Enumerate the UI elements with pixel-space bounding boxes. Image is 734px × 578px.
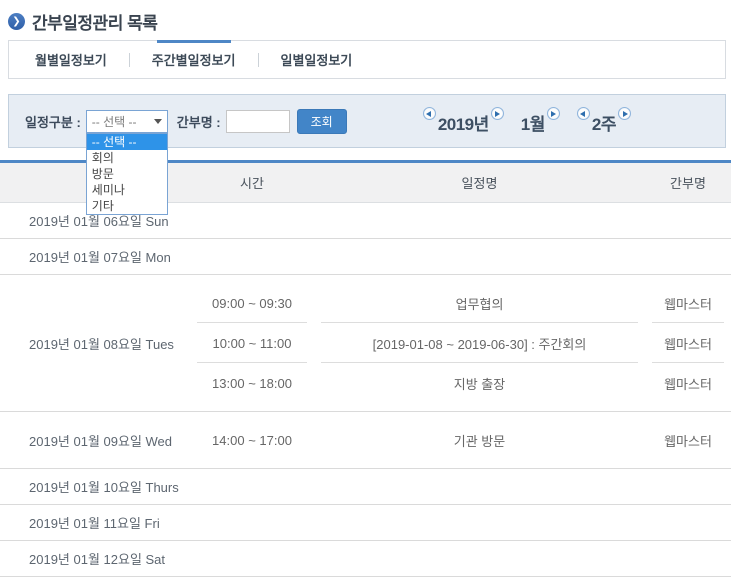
dropdown-option[interactable]: 방문 bbox=[87, 166, 167, 182]
empty-schedule-cell bbox=[314, 469, 645, 504]
next-year-icon[interactable] bbox=[491, 107, 504, 120]
entry-schedule: 기관 방문 bbox=[314, 420, 645, 460]
entry-time: 13:00 ~ 18:00 bbox=[190, 363, 314, 403]
col-header-time: 시간 bbox=[190, 163, 314, 202]
week-label: 2주 bbox=[592, 110, 616, 135]
empty-schedule-cell bbox=[314, 239, 645, 274]
day-date: 2019년 01월 10요일 Thurs bbox=[0, 469, 190, 504]
schedule-type-value: -- 선택 -- bbox=[92, 113, 137, 130]
empty-officer-cell bbox=[645, 541, 731, 576]
dropdown-option[interactable]: 기타 bbox=[87, 198, 167, 214]
officer-name-input[interactable] bbox=[226, 110, 290, 133]
empty-officer-cell bbox=[645, 203, 731, 238]
schedule-type-select-wrap: -- 선택 -- -- 선택 --회의방문세미나기타 bbox=[86, 110, 168, 133]
empty-time-cell bbox=[190, 541, 314, 576]
entry-officer: 웹마스터 bbox=[645, 420, 731, 460]
dropdown-option[interactable]: 세미나 bbox=[87, 182, 167, 198]
empty-time-cell bbox=[190, 203, 314, 238]
empty-time-cell bbox=[190, 505, 314, 540]
day-date: 2019년 01월 08요일 Tues bbox=[0, 334, 190, 353]
empty-schedule-cell bbox=[314, 541, 645, 576]
entry-time: 14:00 ~ 17:00 bbox=[190, 420, 314, 460]
empty-officer-cell bbox=[645, 505, 731, 540]
dropdown-option[interactable]: 회의 bbox=[87, 150, 167, 166]
schedule-type-dropdown-list: -- 선택 --회의방문세미나기타 bbox=[86, 133, 168, 215]
next-week-icon[interactable] bbox=[618, 107, 631, 120]
col-header-schedule: 일정명 bbox=[314, 163, 645, 202]
tab-label: 일별일정보기 bbox=[281, 50, 353, 69]
empty-time-cell bbox=[190, 469, 314, 504]
date-navigation: 2019년 1월 2주 bbox=[423, 107, 631, 135]
entry-schedule: [2019-01-08 ~ 2019-06-30] : 주간회의 bbox=[314, 323, 645, 363]
page-header: ❯ 간부일정관리 목록 bbox=[8, 9, 726, 34]
entry-officer: 웹마스터 bbox=[645, 323, 731, 363]
entry-officer: 웹마스터 bbox=[645, 363, 731, 403]
entry-schedule: 업무협의 bbox=[314, 283, 645, 323]
col-header-officer: 간부명 bbox=[645, 163, 731, 202]
tab-label: 주간별일정보기 bbox=[152, 50, 236, 69]
day-date: 2019년 01월 11요일 Fri bbox=[0, 505, 190, 540]
table-row: 2019년 01월 09요일 Wed14:00 ~ 17:00기관 방문웹마스터 bbox=[0, 412, 731, 469]
prev-year-icon[interactable] bbox=[423, 107, 436, 120]
next-month-icon[interactable] bbox=[547, 107, 560, 120]
table-row: 2019년 01월 07요일 Mon bbox=[0, 239, 731, 275]
table-row: 2019년 01월 10요일 Thurs bbox=[0, 469, 731, 505]
table-row: 2019년 01월 12요일 Sat bbox=[0, 541, 731, 577]
day-date: 2019년 01월 07요일 Mon bbox=[0, 239, 190, 274]
tab-label: 월별일정보기 bbox=[35, 50, 107, 69]
table-row: 2019년 01월 08요일 Tues09:00 ~ 09:30업무협의웹마스터… bbox=[0, 275, 731, 412]
title-arrow-icon: ❯ bbox=[8, 13, 25, 30]
chevron-down-icon bbox=[154, 119, 162, 124]
dropdown-option[interactable]: -- 선택 -- bbox=[87, 134, 167, 150]
view-tabbar: 월별일정보기 주간별일정보기 일별일정보기 bbox=[8, 40, 726, 79]
search-button[interactable]: 조회 bbox=[297, 109, 347, 134]
week-nav: 2주 bbox=[577, 107, 631, 135]
year-label: 2019년 bbox=[438, 110, 489, 135]
month-nav: 1월 bbox=[521, 107, 560, 135]
table-row: 2019년 01월 11요일 Fri bbox=[0, 505, 731, 541]
day-date: 2019년 01월 09요일 Wed bbox=[0, 431, 190, 450]
prev-week-icon[interactable] bbox=[577, 107, 590, 120]
schedule-table: 시간 일정명 간부명 2019년 01월 06요일 Sun2019년 01월 0… bbox=[0, 160, 731, 577]
page-title: 간부일정관리 목록 bbox=[32, 9, 157, 34]
tab-monthly-view[interactable]: 월별일정보기 bbox=[13, 41, 129, 78]
month-label: 1월 bbox=[521, 110, 545, 135]
empty-officer-cell bbox=[645, 469, 731, 504]
schedule-type-label: 일정구분 : bbox=[25, 112, 81, 131]
schedule-type-select[interactable]: -- 선택 -- bbox=[86, 110, 168, 133]
filter-bar: 일정구분 : -- 선택 -- -- 선택 --회의방문세미나기타 간부명 : … bbox=[8, 94, 726, 148]
empty-officer-cell bbox=[645, 239, 731, 274]
entry-time: 09:00 ~ 09:30 bbox=[190, 283, 314, 323]
officer-name-label: 간부명 : bbox=[177, 112, 221, 131]
year-nav: 2019년 bbox=[423, 107, 504, 135]
entry-officer: 웹마스터 bbox=[645, 283, 731, 323]
entry-schedule: 지방 출장 bbox=[314, 363, 645, 403]
tab-weekly-view[interactable]: 주간별일정보기 bbox=[130, 41, 258, 78]
schedule-table-body: 2019년 01월 06요일 Sun2019년 01월 07요일 Mon2019… bbox=[0, 203, 731, 577]
empty-schedule-cell bbox=[314, 203, 645, 238]
tab-daily-view[interactable]: 일별일정보기 bbox=[259, 41, 375, 78]
entry-time: 10:00 ~ 11:00 bbox=[190, 323, 314, 363]
empty-time-cell bbox=[190, 239, 314, 274]
day-date: 2019년 01월 12요일 Sat bbox=[0, 541, 190, 576]
empty-schedule-cell bbox=[314, 505, 645, 540]
